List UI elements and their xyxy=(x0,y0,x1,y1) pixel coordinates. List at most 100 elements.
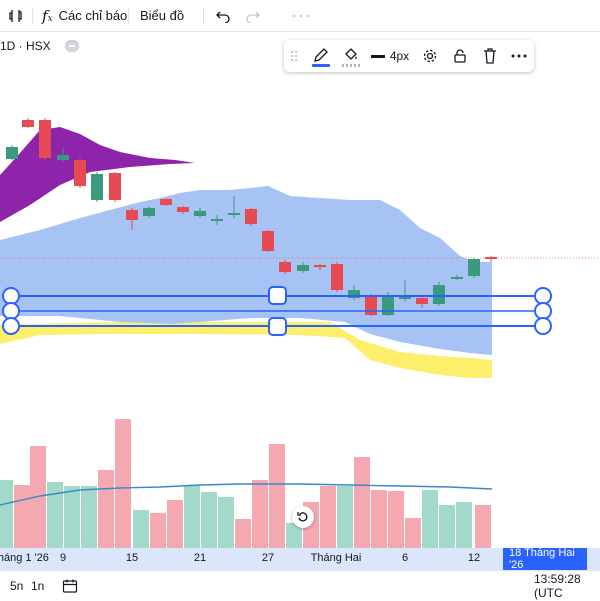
candle-body xyxy=(262,231,274,251)
candle-body xyxy=(468,259,480,276)
candle-body xyxy=(160,199,172,205)
volume-bar xyxy=(0,480,13,548)
candle-body xyxy=(451,277,463,279)
lock-icon[interactable] xyxy=(448,44,472,68)
drawing-handle xyxy=(2,317,20,335)
indicators-label: Các chỉ báo xyxy=(58,8,128,23)
volume-bar xyxy=(98,470,114,548)
candle-body xyxy=(39,120,51,158)
drawing-handle xyxy=(534,287,552,305)
symbol-text: 1D · HSX xyxy=(0,39,51,53)
volume-bar xyxy=(115,419,131,548)
drag-handle-icon[interactable] xyxy=(288,44,300,68)
candle-body xyxy=(485,257,497,259)
volume-bar xyxy=(475,505,491,548)
indicators-button[interactable]: fx Các chỉ báo xyxy=(42,0,127,31)
reset-icon xyxy=(297,512,308,522)
candle-body xyxy=(314,265,326,267)
settings-icon[interactable] xyxy=(418,44,442,68)
timeframe-5d-button[interactable]: 5n xyxy=(10,571,23,601)
clock-text: 13:59:28 (UTC xyxy=(534,572,581,600)
time-axis-tick: 27 xyxy=(261,552,275,564)
candle-body xyxy=(297,265,309,271)
volume-bar xyxy=(388,491,404,548)
candle-body xyxy=(143,208,155,216)
top-toolbar: fx Các chỉ báo Biểu đồ xyxy=(0,0,600,32)
time-axis-tick: Tháng Hai xyxy=(310,552,362,564)
time-axis-tick: Tháng 1 '26 xyxy=(0,552,49,564)
toolbar-separator xyxy=(203,8,204,24)
paint-bucket-icon xyxy=(345,47,357,60)
candle-body xyxy=(211,219,223,221)
drawing-handle xyxy=(2,287,20,305)
pencil-icon xyxy=(314,47,328,62)
volume-bar xyxy=(218,497,234,548)
toolbar-separator xyxy=(128,8,129,24)
more-dots-icon[interactable] xyxy=(291,0,311,31)
symbol-legend: 1D · HSX xyxy=(0,36,79,56)
more-options-icon[interactable] xyxy=(508,44,530,68)
candle-body xyxy=(22,120,34,127)
chart-type-label: Biểu đồ xyxy=(140,8,185,23)
drawing-handle xyxy=(268,286,287,305)
volume-bar xyxy=(64,486,80,548)
time-axis-tick: 12 xyxy=(467,552,481,564)
volume-bar xyxy=(150,513,166,548)
volume-bar xyxy=(167,500,183,548)
bars-style-icon[interactable] xyxy=(6,0,26,31)
line-width-label: 4px xyxy=(389,49,410,63)
candle-body xyxy=(331,264,343,290)
redo-icon[interactable] xyxy=(243,0,263,31)
drawing-handle xyxy=(534,317,552,335)
calendar-icon[interactable] xyxy=(62,571,78,601)
candle-body xyxy=(382,296,394,315)
candle-body xyxy=(177,207,189,212)
crosshair-date-label: 18 Tháng Hai '26 xyxy=(503,547,587,571)
volume-bar xyxy=(133,510,149,548)
volume-bar xyxy=(439,505,455,548)
volume-bar xyxy=(14,485,30,548)
drawing-handle xyxy=(534,302,552,320)
bottom-toolbar: 5n 1n 13:59:28 (UTC xyxy=(0,570,600,601)
volume-bar xyxy=(337,486,353,548)
time-axis[interactable]: Tháng 1 '26 9 15 21 27 Tháng Hai 6 12 18 Tháng … xyxy=(0,547,600,571)
volume-bar xyxy=(456,502,472,548)
volume-bar xyxy=(405,518,421,548)
candle-body xyxy=(245,209,257,224)
drawing-toolbar: 4px xyxy=(284,40,534,72)
volume-bar xyxy=(371,490,387,548)
delete-icon[interactable] xyxy=(478,44,502,68)
candle-body xyxy=(91,174,103,200)
line-width-sample xyxy=(370,54,385,58)
volume-bar xyxy=(201,492,217,548)
volume-bar xyxy=(81,486,97,548)
price-chart[interactable] xyxy=(0,56,600,548)
candle-body xyxy=(194,211,206,216)
undo-icon[interactable] xyxy=(213,0,233,31)
volume-bar xyxy=(354,457,370,548)
volume-bar xyxy=(47,482,63,548)
time-axis-tick: 15 xyxy=(125,552,139,564)
volume-bar xyxy=(235,519,251,548)
candle-body xyxy=(57,155,69,160)
volume-bar xyxy=(184,485,200,548)
time-axis-tick: 9 xyxy=(59,552,67,564)
toolbar-separator xyxy=(32,8,33,24)
volume-bar xyxy=(252,480,268,548)
line-color-button[interactable] xyxy=(308,44,334,68)
candle-body xyxy=(416,298,428,304)
candle-body xyxy=(6,147,18,159)
line-width-button[interactable]: 4px xyxy=(370,44,410,68)
candle-body xyxy=(109,173,121,200)
drawing-handle xyxy=(2,302,20,320)
candle-body xyxy=(126,210,138,220)
chart-type-button[interactable]: Biểu đồ xyxy=(140,0,184,31)
drawing-handle xyxy=(268,317,287,336)
candle-body xyxy=(433,285,445,304)
fill-color-button[interactable] xyxy=(338,44,364,68)
collapse-legend-button[interactable] xyxy=(64,40,79,52)
candle-body xyxy=(365,296,377,315)
reset-chart-button[interactable] xyxy=(292,506,314,528)
timeframe-1m-button[interactable]: 1n xyxy=(31,571,44,601)
volume-bar xyxy=(320,486,336,548)
